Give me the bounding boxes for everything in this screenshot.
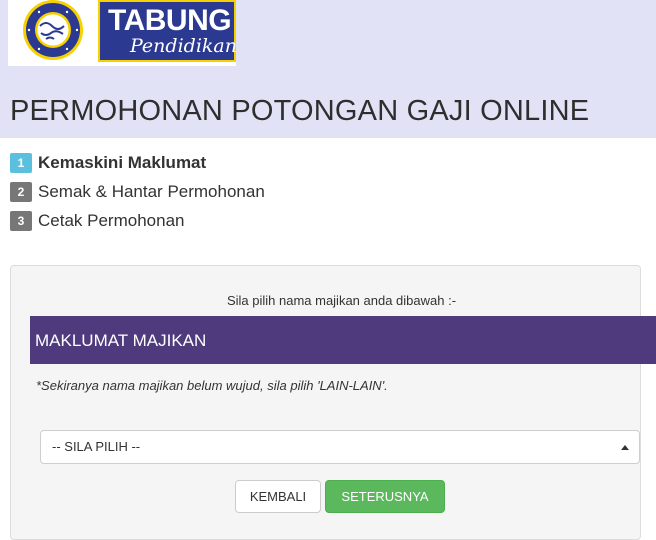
logo-subtitle: Pendidikan — [130, 35, 237, 57]
employer-select[interactable]: -- SILA PILIH -- — [40, 430, 640, 464]
step-kemaskini: 1 Kemaskini Maklumat — [10, 148, 265, 177]
step-number-badge: 3 — [10, 210, 32, 231]
employer-form-panel: Sila pilih nama majikan anda dibawah :- … — [10, 265, 656, 540]
ptptn-seal-icon — [23, 0, 83, 60]
step-cetak: 3 Cetak Permohonan — [10, 206, 265, 235]
section-title: MAKLUMAT MAJIKAN — [35, 331, 207, 350]
page-title: PERMOHONAN POTONGAN GAJI ONLINE — [10, 95, 590, 127]
logo-wordmark: TABUNG Pendidikan — [98, 0, 237, 62]
step-label: Cetak Permohonan — [38, 210, 185, 230]
progress-steps: 1 Kemaskini Maklumat 2 Semak & Hantar Pe… — [10, 148, 265, 235]
ptptn-logo[interactable]: TABUNG Pendidikan — [8, 0, 237, 66]
step-semak-hantar: 2 Semak & Hantar Permohonan — [10, 177, 265, 206]
section-header: MAKLUMAT MAJIKAN — [30, 316, 656, 364]
step-number-badge: 1 — [10, 152, 32, 173]
page-header: TABUNG Pendidikan PERMOHONAN POTONGAN GA… — [0, 0, 656, 138]
step-number-badge: 2 — [10, 181, 32, 202]
caret-up-icon — [621, 445, 629, 450]
step-label: Kemaskini Maklumat — [38, 152, 207, 172]
step-label: Semak & Hantar Permohonan — [38, 181, 265, 201]
back-button[interactable]: KEMBALI — [235, 480, 321, 513]
logo-title: TABUNG — [108, 4, 232, 37]
form-note: *Sekiranya nama majikan belum wujud, sil… — [36, 378, 388, 393]
form-instruction: Sila pilih nama majikan anda dibawah :- — [226, 293, 457, 308]
next-button[interactable]: SETERUSNYA — [325, 480, 445, 513]
employer-select-value: -- SILA PILIH -- — [52, 439, 141, 454]
